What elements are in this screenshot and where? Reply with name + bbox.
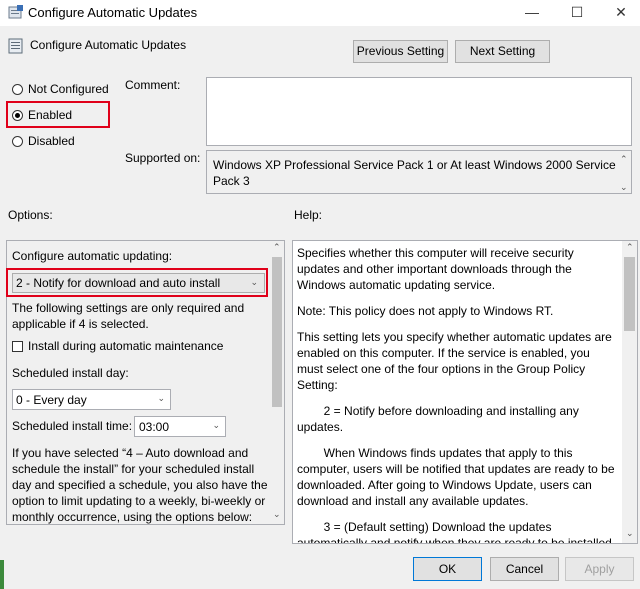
supported-scrollbar[interactable]: ⌃ ⌄ bbox=[617, 151, 631, 193]
supported-on-label: Supported on: bbox=[125, 151, 201, 165]
previous-setting-button[interactable]: Previous Setting bbox=[353, 40, 448, 63]
ok-button[interactable]: OK bbox=[413, 557, 482, 581]
not-configured-label: Not Configured bbox=[28, 82, 109, 96]
background-window-edge bbox=[0, 560, 4, 589]
comment-textarea[interactable] bbox=[206, 77, 632, 146]
maintenance-checkbox[interactable] bbox=[12, 341, 23, 352]
schedule-note: If you have selected “4 – Auto download … bbox=[12, 446, 268, 524]
options-scroll-thumb[interactable] bbox=[272, 257, 282, 407]
install-day-value: 0 - Every day bbox=[16, 393, 87, 407]
cancel-button[interactable]: Cancel bbox=[490, 557, 559, 581]
apply-button[interactable]: Apply bbox=[565, 557, 634, 581]
close-button[interactable]: ✕ bbox=[611, 3, 631, 21]
policy-icon bbox=[8, 5, 23, 19]
supported-on-value: Windows XP Professional Service Pack 1 o… bbox=[213, 158, 616, 188]
disabled-label: Disabled bbox=[28, 134, 75, 148]
help-scrollbar[interactable]: ⌃ ⌄ bbox=[622, 241, 637, 543]
install-day-dropdown[interactable]: 0 - Every day ⌄ bbox=[12, 389, 171, 410]
not-configured-radio[interactable] bbox=[12, 84, 23, 95]
help-panel: Specifies whether this computer will rec… bbox=[292, 240, 638, 544]
scroll-down-arrow[interactable]: ⌄ bbox=[620, 179, 628, 195]
comment-label: Comment: bbox=[125, 78, 181, 92]
help-scroll-thumb[interactable] bbox=[624, 257, 635, 331]
options-label: Options: bbox=[8, 208, 53, 222]
scroll-down-arrow[interactable]: ⌄ bbox=[626, 528, 634, 539]
scroll-up-arrow[interactable]: ⌃ bbox=[273, 242, 281, 253]
install-time-value: 03:00 bbox=[139, 420, 170, 434]
chevron-down-icon: ⌄ bbox=[157, 393, 165, 403]
help-paragraph: This setting lets you specify whether au… bbox=[297, 330, 612, 392]
enabled-radio[interactable] bbox=[12, 110, 23, 121]
maintenance-label: Install during automatic maintenance bbox=[28, 339, 224, 353]
scroll-down-arrow[interactable]: ⌄ bbox=[273, 509, 281, 520]
policy-setting-icon bbox=[8, 38, 23, 54]
policy-name: Configure Automatic Updates bbox=[30, 38, 187, 52]
supported-on-field: Windows XP Professional Service Pack 1 o… bbox=[206, 150, 632, 194]
enabled-label: Enabled bbox=[28, 108, 73, 122]
help-paragraph: Note: This policy does not apply to Wind… bbox=[297, 304, 554, 318]
scroll-up-arrow[interactable]: ⌃ bbox=[626, 242, 634, 253]
window-title: Configure Automatic Updates bbox=[28, 5, 198, 20]
configure-highlight bbox=[6, 268, 268, 297]
settings-note: The following settings are only required… bbox=[12, 301, 245, 331]
options-scrollbar[interactable]: ⌃ ⌄ bbox=[270, 241, 284, 524]
help-paragraph: When Windows finds updates that apply to… bbox=[297, 446, 618, 508]
help-paragraph: Specifies whether this computer will rec… bbox=[297, 246, 574, 292]
maximize-button[interactable]: ☐ bbox=[567, 3, 587, 21]
scroll-up-arrow[interactable]: ⌃ bbox=[620, 151, 628, 167]
help-label: Help: bbox=[294, 208, 323, 222]
install-time-label: Scheduled install time: bbox=[12, 419, 133, 433]
chevron-down-icon: ⌄ bbox=[212, 420, 220, 430]
help-text: Specifies whether this computer will rec… bbox=[297, 245, 619, 544]
minimize-button[interactable]: — bbox=[522, 3, 542, 21]
install-day-label: Scheduled install day: bbox=[12, 366, 129, 380]
help-paragraph: 2 = Notify before downloading and instal… bbox=[297, 404, 583, 434]
title-bar: Configure Automatic Updates — ☐ ✕ bbox=[0, 0, 640, 26]
next-setting-button[interactable]: Next Setting bbox=[455, 40, 550, 63]
install-time-dropdown[interactable]: 03:00 ⌄ bbox=[134, 416, 226, 437]
disabled-radio[interactable] bbox=[12, 136, 23, 147]
configure-updating-label: Configure automatic updating: bbox=[12, 249, 173, 263]
help-paragraph: 3 = (Default setting) Download the updat… bbox=[297, 520, 612, 544]
